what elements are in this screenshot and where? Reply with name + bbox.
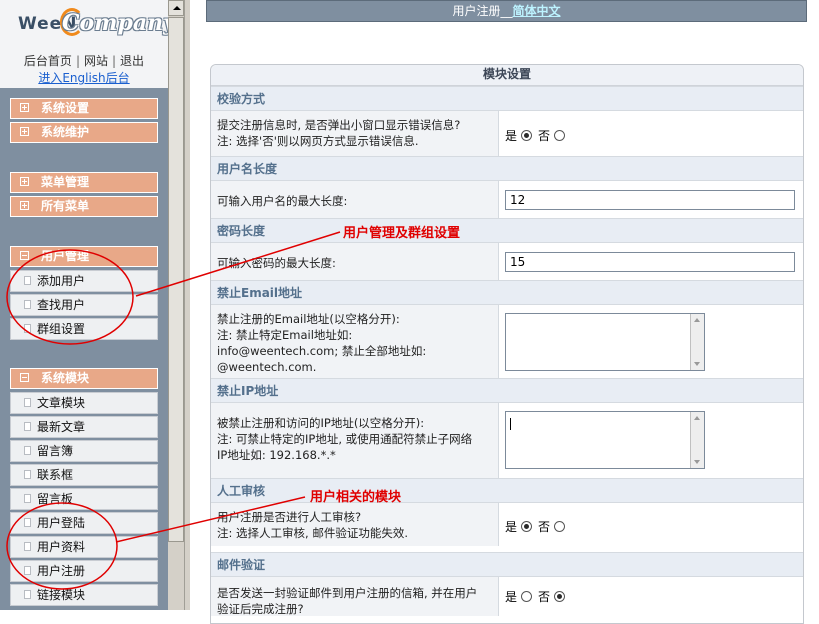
link-logout[interactable]: 退出 [120,54,144,68]
menu-group-system-settings[interactable]: 系统设置 [10,98,158,119]
radio-yes[interactable] [521,521,533,532]
radio-no[interactable] [554,521,566,532]
radio-no[interactable] [554,130,566,141]
section-banned-ip: 禁止IP地址 [211,378,803,402]
english-admin-link[interactable]: 进入English后台 [0,69,168,86]
document-icon [24,300,31,309]
textarea-scrollbar[interactable] [690,314,704,370]
menu-group-system-maintenance[interactable]: 系统维护 [10,122,158,143]
sidebar-item-find-user[interactable]: 查找用户 [10,294,158,316]
row-label: 可输入用户名的最大长度: [217,194,348,208]
row-label: 禁止注册的Email地址(以空格分开): 注: 禁止特定Email地址如: in… [217,312,427,374]
document-icon [24,494,31,503]
frame-divider[interactable] [184,0,190,610]
sidebar-item-article-module[interactable]: 文章模块 [10,392,158,414]
section-banned-email: 禁止Email地址 [211,280,803,304]
email-verification-radio-group: 是否 [505,589,571,604]
document-icon [24,566,31,575]
scroll-thumb[interactable] [168,17,184,542]
radio-yes[interactable] [521,130,533,141]
page-title: 用户注册__ [452,4,513,18]
row-email-verification: 是否发送一封验证邮件到用户注册的信箱, 并在用户 验证后完成注册? 是否 [211,576,803,616]
scroll-up-arrow-icon[interactable] [168,0,184,16]
link-admin-home[interactable]: 后台首页 [24,54,72,68]
section-email-verification: 邮件验证 [211,552,803,576]
manual-review-radio-group: 是否 [505,519,571,534]
expand-icon [20,177,29,186]
sidebar-item-link-module[interactable]: 链接模块 [10,584,158,606]
row-label: 可输入密码的最大长度: [217,256,336,270]
sidebar-item-group-settings[interactable]: 群组设置 [10,318,158,340]
textarea-scrollbar[interactable] [690,412,704,468]
sidebar: WeeN Company 后台首页 | 网站 | 退出 进入English后台 系统设置… [0,0,176,610]
sidebar-scrollbar[interactable] [168,0,184,610]
sidebar-item-user-profile[interactable]: 用户资料 [10,536,158,558]
radio-no[interactable] [554,591,566,602]
panel-title: 模块设置 [211,65,803,86]
sidebar-item-add-user[interactable]: 添加用户 [10,270,158,292]
menu-group-menu-management[interactable]: 菜单管理 [10,172,158,193]
link-website[interactable]: 网站 [84,54,108,68]
document-icon [24,446,31,455]
menu-group-system-modules[interactable]: 系统模块 [10,368,158,389]
row-validation-popup: 提交注册信息时, 是否弹出小窗口显示错误信息? 注: 选择'否'则以网页方式显示… [211,110,803,156]
sidebar-item-message-board[interactable]: 留言板 [10,488,158,510]
company-logo: WeeN Company [16,8,176,40]
language-link[interactable]: 简体中文 [513,4,561,18]
sidebar-item-guestbook[interactable]: 留言簿 [10,440,158,462]
username-max-length-input[interactable]: 12 [505,190,795,210]
top-links: 后台首页 | 网站 | 退出 [23,54,145,68]
logo-text-right: Company [62,10,176,36]
expand-icon [20,127,29,136]
page-title-bar: 用户注册__简体中文 [206,0,807,22]
document-icon [24,324,31,333]
expand-icon [20,201,29,210]
row-username-length: 可输入用户名的最大长度: 12 [211,180,803,218]
document-icon [24,470,31,479]
menu-group-all-menus[interactable]: 所有菜单 [10,196,158,217]
document-icon [24,542,31,551]
module-settings-panel: 模块设置 校验方式 提交注册信息时, 是否弹出小窗口显示错误信息? 注: 选择'… [210,64,804,624]
expand-icon [20,103,29,112]
row-label: 是否发送一封验证邮件到用户注册的信箱, 并在用户 验证后完成注册? [217,586,478,616]
row-label: 被禁止注册和访问的IP地址(以空格分开): 注: 可禁止特定的IP地址, 或使用… [217,416,473,462]
document-icon [24,398,31,407]
password-max-length-input[interactable]: 15 [505,252,795,272]
radio-yes[interactable] [521,591,533,602]
row-label: 用户注册是否进行人工审核? 注: 选择人工审核, 邮件验证功能失效. [217,510,408,540]
document-icon [24,422,31,431]
section-username-length: 用户名长度 [211,156,803,180]
document-icon [24,590,31,599]
sidebar-item-user-login[interactable]: 用户登陆 [10,512,158,534]
document-icon [24,276,31,285]
row-banned-email: 禁止注册的Email地址(以空格分开): 注: 禁止特定Email地址如: in… [211,304,803,378]
annotation-user-modules: 用户相关的模块 [310,490,402,505]
collapse-icon [20,251,29,260]
banned-email-textarea[interactable] [505,313,705,371]
sidebar-item-contact-box[interactable]: 联系框 [10,464,158,486]
sidebar-item-user-register[interactable]: 用户注册 [10,560,158,582]
text-cursor [510,418,511,430]
section-manual-review: 人工审核 [211,478,803,502]
sidebar-item-latest-articles[interactable]: 最新文章 [10,416,158,438]
row-manual-review: 用户注册是否进行人工审核? 注: 选择人工审核, 邮件验证功能失效. 是否 [211,502,803,546]
validation-radio-group: 是否 [505,128,571,143]
section-password-length: 密码长度 [211,218,803,242]
annotation-user-management: 用户管理及群组设置 [343,226,461,241]
section-validation-method: 校验方式 [211,86,803,110]
sidebar-header: WeeN Company 后台首页 | 网站 | 退出 进入English后台 [0,0,176,88]
menu-group-user-management[interactable]: 用户管理 [10,246,158,267]
row-password-length: 可输入密码的最大长度: 15 [211,242,803,280]
row-label: 提交注册信息时, 是否弹出小窗口显示错误信息? 注: 选择'否'则以网页方式显示… [217,118,461,148]
banned-ip-textarea[interactable] [505,411,705,469]
document-icon [24,518,31,527]
row-banned-ip: 被禁止注册和访问的IP地址(以空格分开): 注: 可禁止特定的IP地址, 或使用… [211,402,803,478]
collapse-icon [20,373,29,382]
